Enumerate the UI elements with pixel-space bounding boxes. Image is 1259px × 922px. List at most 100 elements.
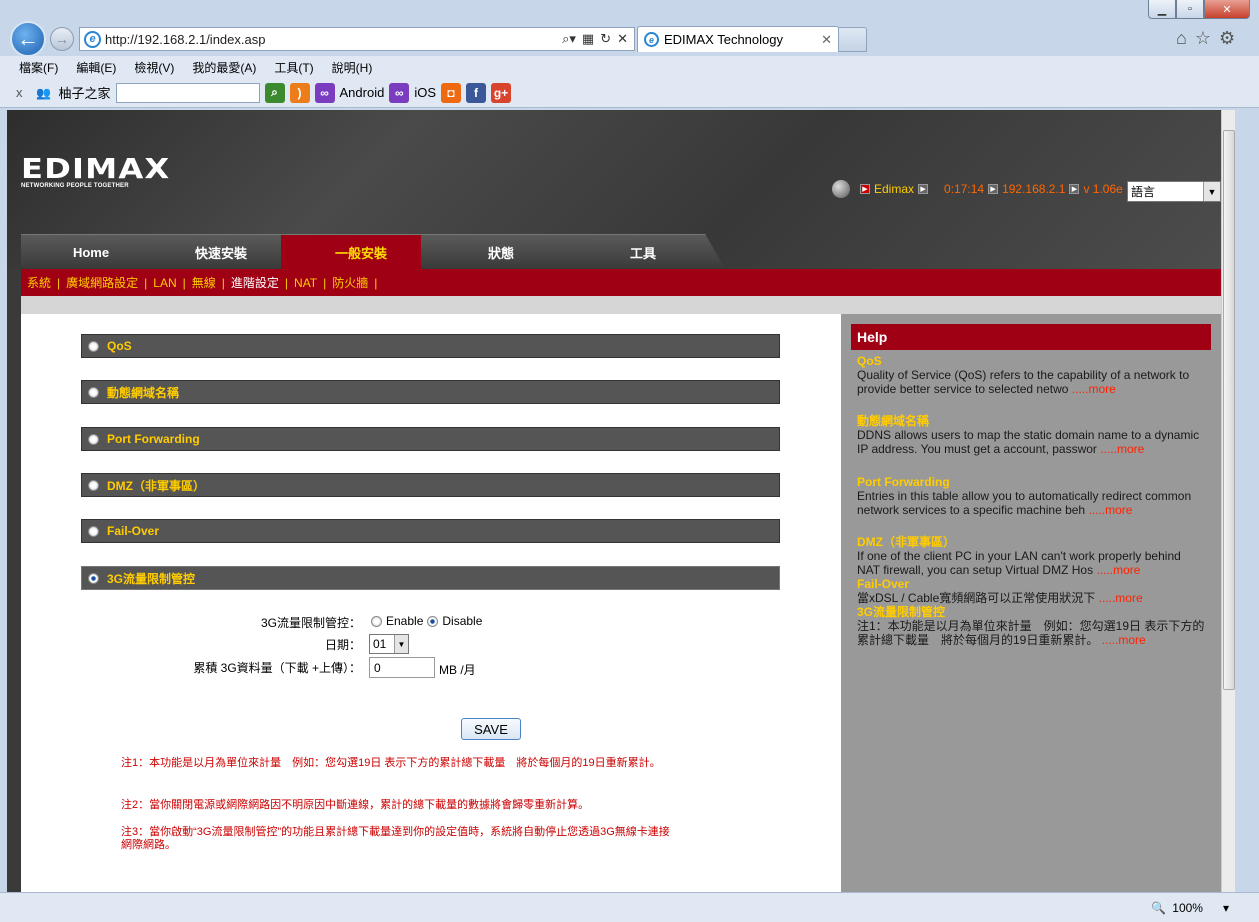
- help-item-title: Fail-Over: [857, 577, 910, 591]
- search-icon[interactable]: ⌕▾: [562, 31, 576, 47]
- enable-radio[interactable]: [371, 615, 382, 627]
- help-more-link[interactable]: .....more: [1099, 591, 1143, 605]
- help-more-link[interactable]: .....more: [1088, 503, 1132, 517]
- help-more-link[interactable]: .....more: [1100, 442, 1144, 456]
- date-label-row: 日期：: [21, 636, 361, 653]
- subnav-nat[interactable]: NAT: [294, 276, 317, 290]
- chevron-down-icon[interactable]: ▾: [1223, 901, 1229, 915]
- section-port-forwarding[interactable]: Port Forwarding: [81, 427, 780, 451]
- subnav-lan[interactable]: LAN: [153, 276, 176, 290]
- help-more-link[interactable]: .....more: [1102, 633, 1146, 647]
- save-button[interactable]: SAVE: [461, 718, 521, 740]
- back-button[interactable]: ←: [10, 21, 46, 57]
- blogger-icon[interactable]: ◘: [441, 82, 461, 103]
- settings-panel: QoS 動態網域名稱 Port Forwarding DMZ（非軍事區） Fai…: [21, 314, 841, 892]
- gear-icon[interactable]: ⚙: [1219, 28, 1235, 49]
- help-item-title: QoS: [857, 354, 882, 368]
- usage-input[interactable]: 0: [369, 657, 435, 678]
- search-go-icon[interactable]: ⌕: [264, 82, 285, 103]
- help-item-dmz: DMZ（非軍事區） If one of the client PC in you…: [857, 535, 1207, 577]
- radio-dmz[interactable]: [88, 479, 99, 491]
- ie-icon: e: [84, 30, 101, 48]
- toolbar-search-input[interactable]: [115, 82, 260, 103]
- sub-navigation: 系統 | 廣域網路設定 | LAN | 無線 | 進階設定 | NAT | 防火牆 |: [21, 269, 1221, 296]
- menu-tools[interactable]: 工具(T): [274, 59, 313, 76]
- note-2: 注2：當你關閉電源或網際網路因不明原因中斷連線，累計的總下載量的數據將會歸零重新…: [121, 799, 590, 811]
- zoom-level[interactable]: 100%: [1172, 901, 1203, 915]
- disable-radio[interactable]: [427, 615, 439, 627]
- globe-icon: [832, 180, 850, 198]
- radio-fail-over[interactable]: [88, 525, 99, 537]
- tab-status[interactable]: 狀態: [421, 234, 581, 269]
- tab-quick-setup[interactable]: 快速安裝: [141, 234, 301, 269]
- toolbar-site-label[interactable]: 柚子之家: [59, 83, 111, 102]
- forward-button[interactable]: →: [50, 27, 74, 51]
- menu-file[interactable]: 檔案(F): [19, 59, 58, 76]
- section-ddns[interactable]: 動態網域名稱: [81, 380, 780, 404]
- date-label: 日期：: [324, 638, 361, 652]
- divider-strip: [21, 296, 1221, 314]
- play-icon: ▶: [1069, 184, 1080, 194]
- help-title: Help: [851, 324, 1211, 350]
- menu-help[interactable]: 說明(H): [332, 59, 373, 76]
- help-more-link[interactable]: .....more: [1072, 382, 1116, 396]
- radio-ddns[interactable]: [88, 386, 99, 398]
- language-select[interactable]: 語言 ▼: [1127, 181, 1221, 202]
- limit-label-row: 3G流量限制管控：: [21, 614, 361, 631]
- menu-favorites[interactable]: 我的最愛(A): [192, 59, 256, 76]
- maximize-button[interactable]: ▫: [1176, 0, 1204, 19]
- usage-label-row: 累積 3G資料量（下載 +上傳）：: [21, 659, 361, 676]
- help-item-text: Quality of Service (QoS) refers to the c…: [857, 368, 1190, 396]
- google-plus-icon[interactable]: g+: [491, 82, 511, 103]
- date-select[interactable]: 01 ▼: [369, 634, 409, 654]
- scrollbar-thumb[interactable]: [1223, 130, 1235, 690]
- compat-view-icon[interactable]: ▦: [582, 31, 594, 47]
- tab-tools[interactable]: 工具: [561, 234, 725, 269]
- section-qos[interactable]: QoS: [81, 334, 780, 358]
- radio-qos[interactable]: [88, 340, 99, 352]
- subnav-system[interactable]: 系統: [27, 274, 51, 291]
- menu-view[interactable]: 檢視(V): [134, 59, 174, 76]
- favorites-icon[interactable]: ☆: [1195, 28, 1211, 49]
- usage-unit: MB /月: [439, 663, 476, 677]
- people-icon: 👥: [36, 85, 51, 100]
- radio-port-forwarding[interactable]: [88, 433, 99, 445]
- toolbar-close-icon[interactable]: x: [16, 85, 23, 100]
- link-icon-2[interactable]: ∞: [389, 82, 410, 103]
- section-dmz[interactable]: DMZ（非軍事區）: [81, 473, 780, 497]
- section-3g-limit-label: 3G流量限制管控: [107, 571, 196, 586]
- subnav-wan[interactable]: 廣域網路設定: [66, 274, 138, 291]
- minimize-button[interactable]: ▁: [1148, 0, 1176, 19]
- vertical-scrollbar[interactable]: [1221, 110, 1235, 892]
- address-bar[interactable]: e http://192.168.2.1/index.asp ⌕▾ ▦ ↻ ✕: [79, 27, 635, 51]
- favorites-toolbar: x 👥 柚子之家 ⌕ ) ∞ Android ∞ iOS ◘ f g+: [0, 78, 1259, 108]
- close-tab-icon[interactable]: ✕: [821, 32, 838, 48]
- toolbar-ios-link[interactable]: iOS: [414, 85, 436, 100]
- home-icon[interactable]: ⌂: [1176, 28, 1187, 49]
- subnav-firewall[interactable]: 防火牆: [332, 274, 368, 291]
- arrow-left-icon: ←: [17, 26, 39, 51]
- help-more-link[interactable]: .....more: [1096, 563, 1140, 577]
- close-window-button[interactable]: ✕: [1204, 0, 1250, 19]
- facebook-icon[interactable]: f: [466, 82, 486, 103]
- rss-icon[interactable]: ): [289, 82, 310, 103]
- link-icon[interactable]: ∞: [314, 82, 335, 103]
- tab-tools-label: 工具: [629, 245, 656, 261]
- tab-general-setup[interactable]: 一般安裝: [281, 234, 441, 269]
- stop-icon[interactable]: ✕: [617, 31, 628, 47]
- refresh-icon[interactable]: ↻: [600, 31, 611, 47]
- toolbar-android-link[interactable]: Android: [340, 85, 385, 100]
- section-3g-limit[interactable]: 3G流量限制管控: [81, 566, 780, 590]
- address-url[interactable]: http://192.168.2.1/index.asp: [105, 32, 558, 47]
- help-panel: Help QoS Quality of Service (QoS) refers…: [841, 314, 1221, 892]
- tab-home[interactable]: Home: [21, 234, 161, 269]
- section-fail-over[interactable]: Fail-Over: [81, 519, 780, 543]
- radio-3g-limit[interactable]: [88, 572, 99, 584]
- subnav-advanced[interactable]: 進階設定: [231, 274, 279, 291]
- new-tab-button[interactable]: [839, 27, 867, 52]
- help-item-fail-over: Fail-Over 當xDSL / Cable寬頻網路可以正常使用狀況下 ...…: [857, 577, 1207, 605]
- browser-tab[interactable]: e EDIMAX Technology ✕: [637, 26, 839, 52]
- subnav-wireless[interactable]: 無線: [192, 274, 216, 291]
- menu-edit[interactable]: 編輯(E): [76, 59, 116, 76]
- tab-home-label: Home: [72, 244, 110, 260]
